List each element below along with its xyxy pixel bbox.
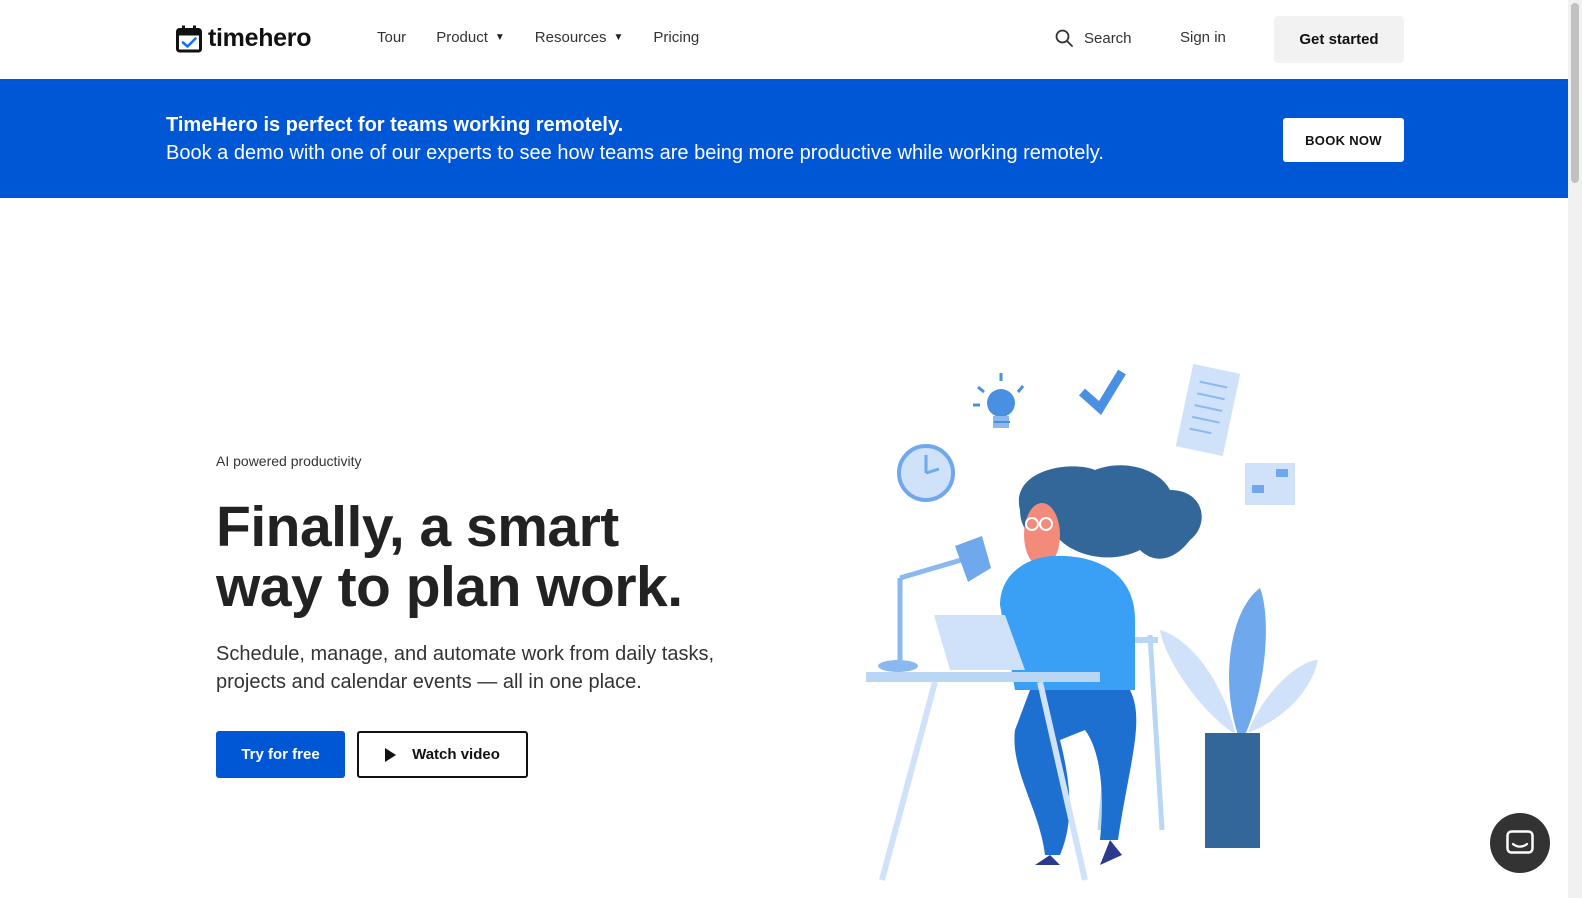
headline-line: Finally, a smart (216, 495, 619, 559)
nav-item-label: Resources (534, 29, 607, 46)
clock-icon (897, 444, 955, 502)
nav-item-resources[interactable]: Resources ▼ (535, 29, 624, 46)
site-header: timehero Tour Product ▼ Resources ▼ Pric… (0, 0, 1582, 79)
book-now-button[interactable]: BOOK NOW (1283, 118, 1404, 162)
nav-item-tour[interactable]: Tour (377, 29, 406, 46)
page-scrollbar[interactable] (1568, 0, 1582, 898)
hero-illustration (866, 363, 1318, 881)
watch-video-label: Watch video (412, 746, 500, 763)
search-icon (1055, 29, 1073, 47)
caret-down-icon: ▼ (613, 32, 624, 43)
logo-text: timehero (208, 24, 312, 52)
main-nav: Tour Product ▼ Resources ▼ Pricing (377, 29, 699, 46)
get-started-button[interactable]: Get started (1274, 16, 1404, 63)
nav-item-label: Product (436, 29, 488, 46)
chat-launcher-button[interactable] (1490, 813, 1550, 873)
watch-video-button[interactable]: Watch video (357, 731, 528, 778)
calendar-check-icon (176, 25, 202, 52)
play-icon (385, 747, 397, 762)
search-label: Search (1084, 29, 1132, 47)
try-for-free-button[interactable]: Try for free (216, 731, 345, 778)
logo[interactable]: timehero (176, 24, 311, 53)
plant (1160, 588, 1318, 848)
chat-icon (1506, 830, 1534, 854)
hero-subtext: Schedule, manage, and automate work from… (216, 643, 715, 693)
hero-headline: Finally, a smart way to plan work. (216, 497, 776, 617)
lightbulb-icon (973, 373, 1025, 428)
desk (866, 672, 1100, 682)
sticky-note-icon (1245, 463, 1295, 505)
scrollbar-thumb[interactable] (1571, 3, 1579, 183)
sign-in-link[interactable]: Sign in (1180, 29, 1226, 46)
search-button[interactable]: Search (1055, 29, 1132, 47)
banner-subtitle: Book a demo with one of our experts to s… (166, 142, 1104, 164)
nav-item-label: Tour (377, 29, 407, 46)
nav-item-pricing[interactable]: Pricing (653, 29, 699, 46)
headline-line: way to plan work. (216, 555, 683, 619)
banner-title: TimeHero is perfect for teams working re… (166, 114, 624, 136)
remote-work-banner: TimeHero is perfect for teams working re… (0, 79, 1568, 198)
hero-eyebrow: AI powered productivity (216, 453, 362, 469)
nav-item-product[interactable]: Product ▼ (436, 29, 505, 46)
checkmark-icon (1079, 369, 1126, 415)
document-icon (1175, 363, 1241, 457)
caret-down-icon: ▼ (494, 32, 505, 43)
nav-item-label: Pricing (653, 29, 700, 46)
